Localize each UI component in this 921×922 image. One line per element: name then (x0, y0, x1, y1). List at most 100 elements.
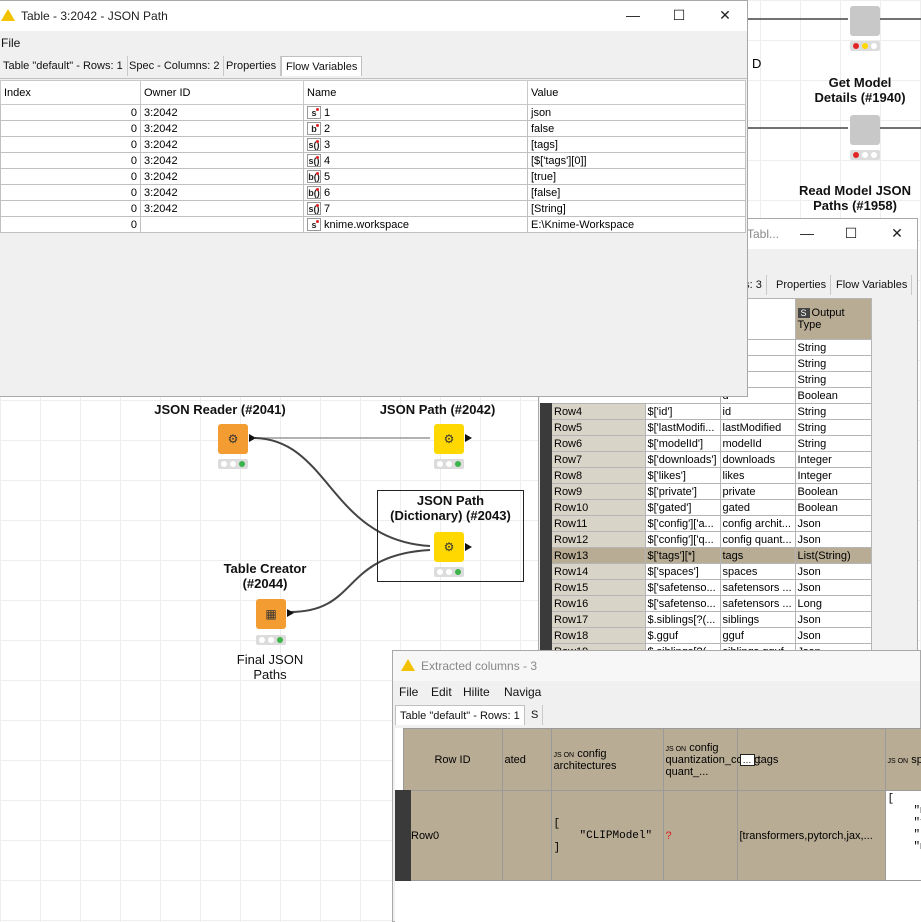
value-cell: [false] (527, 184, 746, 201)
extract-table-area[interactable]: Row ID ated JS ON config architectures J… (395, 728, 921, 922)
menu-hilite[interactable]: Hilite (463, 685, 490, 699)
table-row[interactable]: Row4 $['id'] id String (540, 403, 872, 420)
table-row[interactable]: Row5 $['lastModifi... lastModified String (540, 419, 872, 436)
table-row[interactable]: Row10 $['gated'] gated Boolean (540, 499, 872, 516)
row-id-cell: Row14 (540, 563, 646, 580)
close-icon[interactable]: ✕ (887, 225, 907, 242)
table-row[interactable]: Row11 $['config']['a... config archit... Js… (540, 515, 872, 532)
name-cell: modelId (719, 435, 796, 452)
type-cell: String (794, 403, 872, 420)
header-output-type[interactable]: S Output Type (794, 298, 872, 340)
table-row[interactable]: 0 3:2042 s() 4 [$['tags'][0]] (0, 152, 746, 169)
tab-table-default[interactable]: Table "default" - Rows: 1 (0, 56, 128, 76)
output-port-icon[interactable] (465, 434, 472, 442)
menu-navigation[interactable]: Naviga (504, 685, 541, 699)
name-cell: config archit... (719, 515, 796, 532)
maximize-icon[interactable]: ☐ (841, 225, 861, 242)
flow-window-titlebar[interactable]: Table - 3:2042 - JSON Path — ☐ ✕ (0, 1, 747, 31)
read-model-json-paths-label: Read Model JSON Paths (#1958) (799, 183, 911, 213)
flow-variables-table[interactable]: Index Owner ID Name Value 0 3:2042 s 1 json 0… (0, 80, 746, 233)
table-row[interactable]: Row12 $['config']['q... config quant... Jso… (540, 531, 872, 548)
json-path-dict-node[interactable]: ⚙ (434, 532, 464, 562)
config-arch-cell[interactable]: [ "CLIPModel" ] (550, 790, 664, 881)
json-badge: JS ON (887, 757, 909, 765)
table-row[interactable]: 0 3:2042 b 2 false (0, 120, 746, 137)
table-row[interactable]: 0 3:2042 b() 6 [false] (0, 184, 746, 201)
warning-icon (1, 9, 15, 21)
header-config-architectures[interactable]: JS ON config architectures (550, 728, 664, 791)
tab-spec[interactable]: S (527, 705, 544, 725)
gated-cell[interactable] (501, 790, 552, 881)
maximize-icon[interactable]: ☐ (669, 7, 689, 24)
header-index[interactable]: Index (0, 80, 141, 105)
tab-properties[interactable]: Properties (772, 275, 832, 295)
table-row[interactable]: 0 3:2042 s() 3 [tags] (0, 136, 746, 153)
minimize-icon[interactable]: — (623, 7, 643, 23)
output-port-icon[interactable] (249, 434, 256, 442)
table-row[interactable]: 0 3:2042 s() 7 [String] (0, 200, 746, 217)
table-row[interactable]: Row7 $['downloads'] downloads Integer (540, 451, 872, 468)
tab-spec[interactable]: Spec - Columns: 2 (125, 56, 225, 76)
tags-cell[interactable]: [transformers,pytorch,jax,... (736, 790, 886, 881)
traffic-light (256, 635, 286, 645)
minimize-icon[interactable]: — (797, 225, 817, 241)
tab-flow-variables[interactable]: Flow Variables (832, 275, 913, 295)
json-path-icon: ⚙ (443, 432, 455, 446)
extract-window-titlebar[interactable]: Extracted columns - 3 (393, 651, 920, 681)
menu-file[interactable]: File (399, 685, 418, 699)
get-model-details-node-prev[interactable] (850, 6, 880, 36)
owner-cell: 3:2042 (140, 168, 304, 185)
table-row[interactable]: Row15 $['safetenso... safetensors ... Json (540, 579, 872, 596)
tab-table-default[interactable]: Table "default" - Rows: 1 (395, 705, 525, 725)
table-row[interactable]: Row6 $['modelId'] modelId String (540, 435, 872, 452)
tab-flow-variables[interactable]: Flow Variables (281, 56, 363, 76)
row-id-cell: Row8 (540, 467, 646, 484)
table-row[interactable]: Row8 $['likes'] likes Integer (540, 467, 872, 484)
table-row[interactable]: Row13 $['tags'][*] tags List(String) (540, 547, 872, 564)
get-model-details-node[interactable] (850, 115, 880, 145)
header-spaces[interactable]: JS ON spac (884, 728, 921, 791)
json-badge: JS ON (553, 751, 575, 759)
header-value[interactable]: Value (527, 80, 746, 105)
json-reader-node[interactable]: ⚙ (218, 424, 248, 454)
table-row[interactable]: 0 s knime.workspace E:\Knime-Workspace (0, 216, 746, 233)
table-row[interactable]: 0 3:2042 b() 5 [true] (0, 168, 746, 185)
table-row[interactable]: Row16 $['safetenso... safetensors ... Long (540, 595, 872, 612)
path-cell: $['modelId'] (644, 435, 721, 452)
table-row[interactable]: Row9 $['private'] private Boolean (540, 483, 872, 500)
table-row[interactable]: Row17 $.siblings[?(... siblings Json (540, 611, 872, 628)
variable-type-icon: b() (307, 170, 321, 183)
header-config-quant[interactable]: JS ON config quantization_config quant_.… (662, 728, 760, 791)
json-path-label: JSON Path (#2042) (379, 402, 496, 417)
name-cell: s knime.workspace (303, 216, 528, 233)
header-name[interactable]: Name (303, 80, 528, 105)
header-tags[interactable]: … tags (736, 728, 886, 791)
spec-tabbar: ns: 3 Properties Flow Variables (734, 275, 919, 295)
path-cell: $['lastModifi... (644, 419, 721, 436)
config-quant-cell[interactable]: ? (662, 790, 738, 881)
json-path-node[interactable]: ⚙ (434, 424, 464, 454)
get-model-details-label: Get Model Details (#1940) (814, 75, 906, 105)
path-cell: $['gated'] (644, 499, 721, 516)
table-row[interactable]: Row18 $.gguf gguf Json (540, 627, 872, 644)
table-creator-node[interactable]: ▦ (256, 599, 286, 629)
output-port-icon[interactable] (287, 609, 294, 617)
spaces-cell[interactable]: [ "m "v "t "m (884, 790, 921, 881)
row-id-cell: Row6 (540, 435, 646, 452)
extract-table[interactable]: Row ID ated JS ON config architectures J… (395, 728, 921, 881)
index-cell: 0 (0, 136, 141, 153)
header-owner-id[interactable]: Owner ID (140, 80, 304, 105)
path-cell: $['safetenso... (644, 595, 721, 612)
table-row[interactable]: Row14 $['spaces'] spaces Json (540, 563, 872, 580)
tab-properties[interactable]: Properties (222, 56, 282, 76)
row-id-cell[interactable]: Row0 (395, 790, 503, 881)
close-icon[interactable]: ✕ (715, 7, 735, 24)
menu-file[interactable]: File (1, 36, 20, 50)
type-cell: Json (794, 627, 872, 644)
menu-edit[interactable]: Edit (431, 685, 452, 699)
table-row[interactable]: 0 3:2042 s 1 json (0, 104, 746, 121)
header-gated[interactable]: ated (501, 728, 552, 791)
output-port-icon[interactable] (465, 543, 472, 551)
type-cell: Json (794, 563, 872, 580)
header-row-id[interactable]: Row ID (402, 728, 503, 791)
